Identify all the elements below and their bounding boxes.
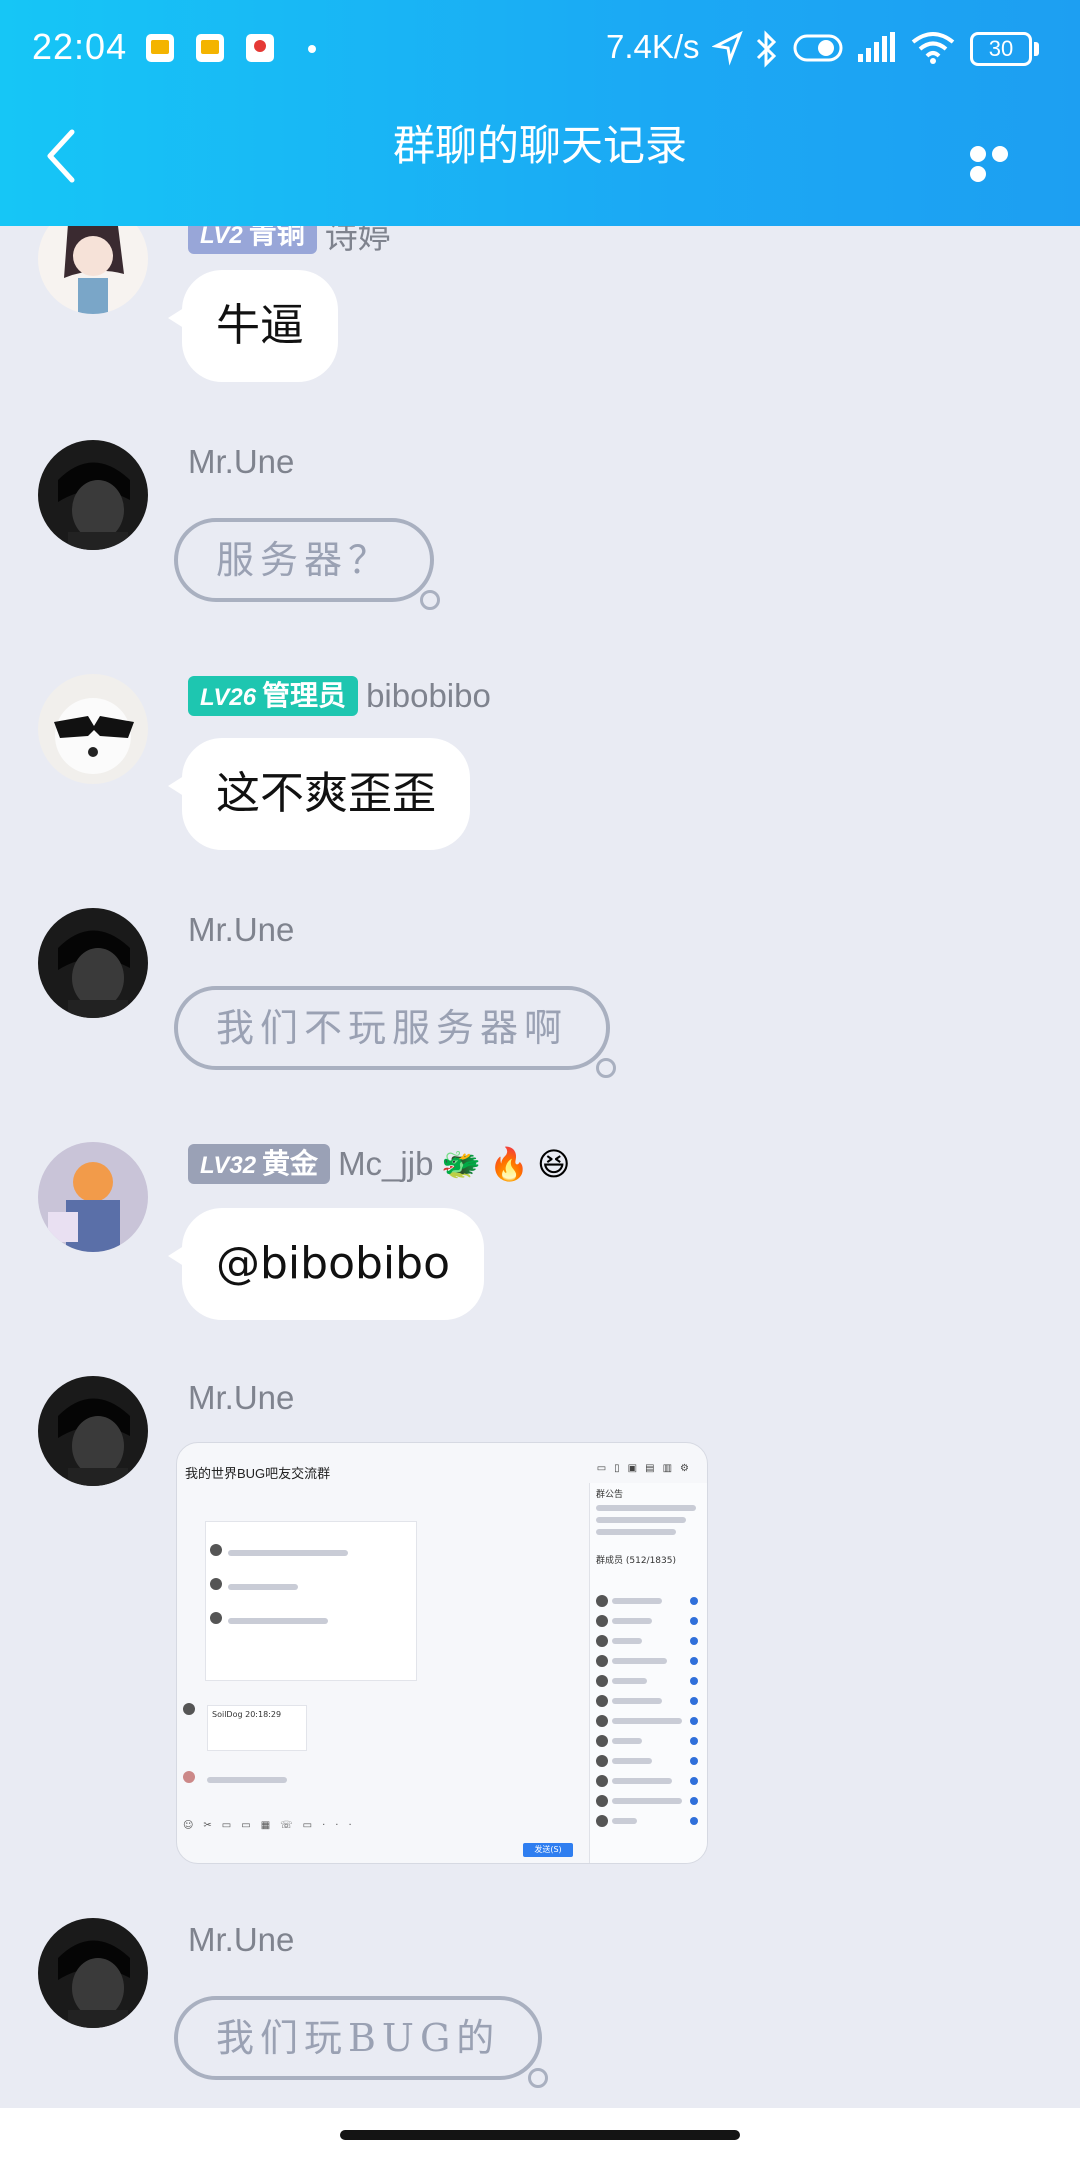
sender-name[interactable]: Mc_jjb [338, 1145, 433, 1183]
avatar[interactable] [38, 1142, 148, 1252]
status-bar: 22:04 7.4K/s 30 [0, 0, 1080, 100]
shot-input-toolbar: ☺✂▭▭▦☏▭··· [183, 1820, 362, 1831]
sender-name[interactable]: Mr.Une [188, 1379, 294, 1417]
sender-row: Mr.Une [188, 1918, 294, 1962]
chat-list[interactable]: LV2 青铜 诗婷 牛逼 Mr.Une 服务器？ LV26 管理员 bibobibo… [0, 0, 1080, 2158]
shot-announcement: 群公告 [596, 1490, 624, 1500]
message-bubble[interactable]: 牛逼 [168, 270, 338, 382]
shot-toolbar-icons: ▭▯▣▤▥⚙ [596, 1463, 697, 1474]
location-arrow-icon [712, 30, 743, 66]
sender-name[interactable]: bibobibo [366, 677, 491, 715]
sender-name[interactable]: Mr.Une [188, 443, 294, 481]
admin-badge: LV26 管理员 [188, 676, 359, 716]
sender-name[interactable]: Mr.Une [188, 1921, 294, 1959]
wifi-icon [911, 32, 955, 64]
level-badge: LV32 黄金 [188, 1144, 331, 1184]
sender-row: LV26 管理员 bibobibo [188, 674, 491, 718]
avatar[interactable] [38, 908, 148, 1018]
sender-row: Mr.Une [188, 1376, 294, 1420]
shot-quote-user: SoilDog [212, 1710, 243, 1719]
bluetooth-icon [756, 30, 777, 68]
message-bubble[interactable]: @bibobibo [167, 1208, 485, 1320]
toggle-icon [793, 34, 843, 62]
battery-icon: 30 [970, 32, 1032, 66]
sketch-bubble[interactable]: 服务器？ [174, 518, 441, 610]
app-notification-icon [146, 34, 174, 62]
sender-row: LV32 黄金 Mc_jjb 🐲 🔥 😆 [188, 1142, 570, 1186]
shot-member-pane: 群公告 群成员 (512/1835) [589, 1483, 707, 1863]
battery-tip [1034, 42, 1039, 56]
sender-name[interactable]: Mr.Une [188, 911, 294, 949]
page-title: 群聊的聊天记录 [392, 121, 687, 170]
shot-quote-time: 20:18:29 [245, 1710, 282, 1719]
sketch-bubble[interactable]: 我们不玩服务器啊 [174, 986, 617, 1078]
avatar[interactable] [38, 1918, 148, 2028]
network-speed: 7.4K/s [606, 28, 700, 65]
shot-member-count: 群成员 (512/1835) [596, 1556, 676, 1566]
laugh-emoji: 😆 [537, 1145, 571, 1183]
avatar[interactable] [38, 1376, 148, 1486]
home-indicator[interactable] [340, 2130, 740, 2140]
clock: 22:04 [32, 26, 128, 67]
sender-row: Mr.Une [188, 908, 294, 952]
map-app-icon [246, 34, 274, 62]
shot-chat-pane: 聊天 公告 相册 文件 应用 设置 SoilDog 20:18:29 ☺✂▭▭▦… [177, 1483, 587, 1863]
more-notifications-icon [308, 45, 316, 53]
image-message[interactable]: 我的世界BUG吧友交流群 ▭▯▣▤▥⚙ 聊天 公告 相册 文件 应用 设置 So… [176, 1442, 708, 1864]
more-dots-icon[interactable] [970, 146, 1034, 182]
sender-row: Mr.Une [188, 440, 294, 484]
sketch-bubble[interactable]: 我们玩BUG的 [174, 1996, 549, 2088]
message-bubble[interactable]: 这不爽歪歪 [168, 738, 470, 850]
dragon-emoji: 🐲 [441, 1145, 482, 1183]
avatar[interactable] [38, 674, 148, 784]
shot-window-title: 我的世界BUG吧友交流群 [185, 1466, 331, 1481]
shot-send-button: 发送(S) [523, 1843, 573, 1857]
app-header: 22:04 7.4K/s 30 群聊的聊天记录 [0, 0, 1080, 226]
avatar[interactable] [38, 440, 148, 550]
fire-emoji: 🔥 [489, 1145, 530, 1183]
shot-quote-card [205, 1521, 417, 1681]
app-notification-icon [196, 34, 224, 62]
signal-icon [858, 32, 895, 62]
